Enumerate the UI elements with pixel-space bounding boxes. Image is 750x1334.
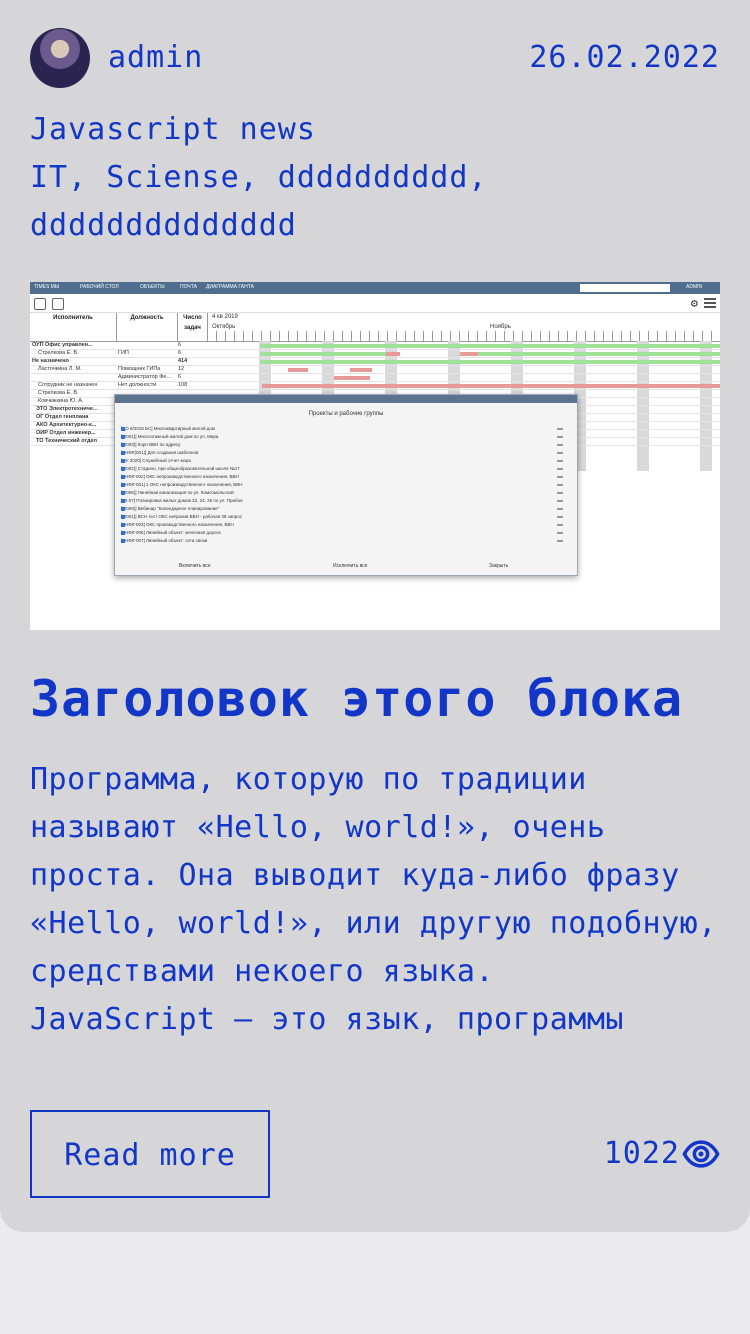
gantt-bar — [262, 384, 720, 388]
dialog-item: [ТНФЛ(001)] Для создания шаблонов — [121, 449, 571, 457]
dialog-item: [ТНФЛ-007] Линейный объект: сети связи — [121, 537, 571, 545]
excerpt-paragraph: Программа, которую по традиции называют … — [30, 762, 717, 989]
tag-line[interactable]: Javascript news — [30, 106, 720, 154]
dialog-item: [(2006)] Линейная канализация по ул. Ком… — [121, 489, 571, 497]
tag-line[interactable]: IT, Sciense, dddddddddd, — [30, 154, 720, 202]
gantt-row[interactable]: Администратор Фе... 6 — [30, 374, 720, 382]
gantt-bar — [288, 368, 308, 372]
dialog-title: Проекты и рабочие группы — [308, 411, 384, 417]
image-toolbar: ⚙ — [30, 294, 720, 313]
excerpt-paragraph: JavaScript — это язык, программы — [30, 1002, 624, 1037]
view-counter: 1022 — [604, 1130, 720, 1178]
dialog-item: [(2001)] ВСН тест ОКС непроизв ВВН - раб… — [121, 513, 571, 521]
dialog-button: Включить все — [179, 563, 211, 569]
dialog-titlebar — [115, 395, 577, 403]
dialog-item: [ТНФЛ-003] ОКС производственного назначе… — [121, 521, 571, 529]
views-count: 1022 — [603, 1136, 680, 1171]
image-topbar-item: ОБЪЕКТЫ — [140, 284, 165, 290]
gantt-col-header: Число задач — [178, 313, 208, 342]
image-topbar-item: РАБОЧИЙ СТОЛ — [80, 284, 119, 290]
post-date: 26.02.2022 — [529, 40, 720, 75]
gantt-bar — [334, 376, 370, 380]
image-topbar-item: ДИАГРАММА ГАНТА — [206, 284, 254, 290]
database-icon — [34, 298, 46, 310]
post-tags: Javascript news IT, Sciense, dddddddddd,… — [30, 106, 720, 250]
gantt-month: Ноябрь — [490, 324, 511, 330]
gantt-bar — [478, 352, 720, 356]
eye-icon — [682, 1140, 720, 1168]
copy-icon — [52, 298, 64, 310]
gantt-bar — [260, 360, 720, 364]
dialog-item: [(2003)] Корп ВВН по адресу — [121, 441, 571, 449]
post-image[interactable]: TIMES МЫ РАБОЧИЙ СТОЛ ОБЪЕКТЫ ПОЧТА ДИАГ… — [30, 282, 720, 630]
gantt-month: Октябрь — [212, 324, 236, 330]
image-topbar-item: TIMES МЫ — [34, 284, 60, 290]
dialog-item: [(2001)] Многоэтажный жилой дом по ул. М… — [121, 433, 571, 441]
gantt-row[interactable]: Ласточкина Л. М. Помощник ГИПа 12 — [30, 366, 720, 374]
gantt-bar — [260, 344, 720, 348]
dialog-button: Закрыть — [489, 563, 509, 569]
read-more-button[interactable]: Read more — [30, 1110, 270, 1198]
gantt-col-header: Должность — [117, 313, 178, 342]
image-dialog: Проекты и рабочие группы [ДО 6/2018 БС] … — [114, 394, 578, 576]
image-topbar-item: ПОЧТА — [180, 284, 197, 290]
gear-icon: ⚙ — [690, 296, 698, 310]
dialog-item: [(2009)] Вебинар "Календарное планирован… — [121, 505, 571, 513]
post-card: admin 26.02.2022 Javascript news IT, Sci… — [0, 0, 750, 1232]
author-avatar[interactable] — [30, 28, 90, 88]
gantt-bar — [350, 368, 372, 372]
dialog-item: [10-07] Планировка жилых домов 22, 24, 2… — [121, 497, 571, 505]
gantt-bar — [386, 352, 400, 356]
dialog-item: [(2002)] Стадион, при общеобразовательно… — [121, 465, 571, 473]
image-user: ADMIN — [686, 284, 703, 290]
image-search-box — [580, 284, 670, 292]
dialog-item: [ОУ 2020] Служебный отчет мэра — [121, 457, 571, 465]
gantt-period: 4 кв 2019 — [212, 314, 238, 320]
menu-icon — [704, 298, 716, 308]
author-name[interactable]: admin — [108, 38, 203, 78]
dialog-item: [ТНФЛ-006] Линейный объект: железная дор… — [121, 529, 571, 537]
gantt-col-header: Исполнитель — [30, 313, 117, 342]
gantt-bar — [260, 352, 390, 356]
tag-line[interactable]: dddddddddddddd — [30, 202, 720, 250]
dialog-item: [ТНФЛ-002] ОКС непроизводственного назна… — [121, 473, 571, 481]
post-title[interactable]: Заголовок этого блока — [30, 668, 730, 730]
gantt-bar — [460, 352, 478, 356]
post-excerpt: Программа, которую по традиции называют … — [30, 756, 720, 1080]
image-app-topbar: TIMES МЫ РАБОЧИЙ СТОЛ ОБЪЕКТЫ ПОЧТА ДИАГ… — [30, 282, 720, 294]
dialog-button: Исключить все — [333, 563, 368, 569]
dialog-item: [ТНФЛ-001] 1 ОКС непроизводственного наз… — [121, 481, 571, 489]
dialog-item: [ДО 6/2018 БС] Многоквартирный жилой дом — [121, 425, 571, 433]
